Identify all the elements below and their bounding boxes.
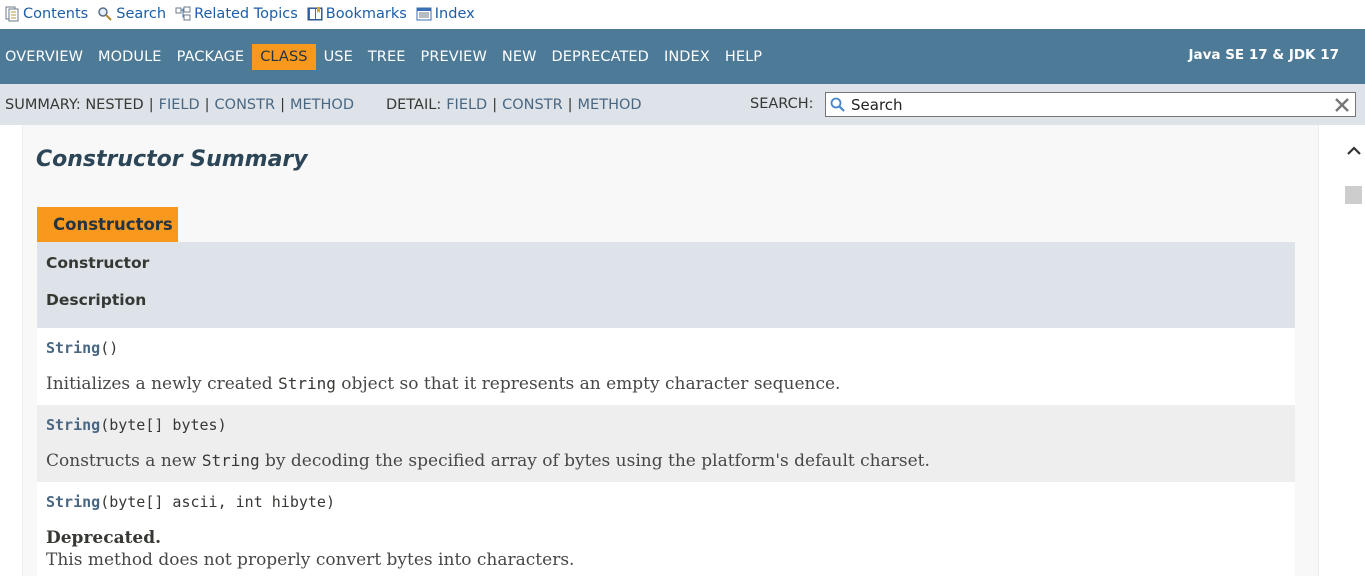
description-code: String xyxy=(201,451,260,470)
index-label: Index xyxy=(434,6,475,22)
nav-overview[interactable]: OVERVIEW xyxy=(0,44,90,69)
main-content: Constructor Summary Constructors Constru… xyxy=(22,125,1319,576)
top-nav: OVERVIEW MODULE PACKAGE CLASS USE TREE P… xyxy=(0,29,1365,84)
detail-constr-link[interactable]: CONSTR xyxy=(502,97,563,113)
contents-icon xyxy=(5,6,19,22)
description-text: Constructs a new xyxy=(46,451,202,471)
search-label: SEARCH: xyxy=(750,96,814,112)
vertical-scrollbar[interactable] xyxy=(1343,125,1365,576)
nav-class[interactable]: CLASS xyxy=(252,43,316,70)
column-header-constructor: Constructor xyxy=(46,254,150,272)
sub-nav: SUMMARY: NESTED | FIELD | CONSTR | METHO… xyxy=(0,84,1365,125)
bookmarks-button[interactable]: Bookmarks xyxy=(307,6,407,22)
nav-new[interactable]: NEW xyxy=(495,44,544,69)
separator: | xyxy=(567,96,573,113)
nav-module[interactable]: MODULE xyxy=(91,44,169,69)
summary-constr-link[interactable]: CONSTR xyxy=(215,97,276,113)
constructor-description: Constructs a new String by decoding the … xyxy=(46,450,1286,472)
search-input[interactable] xyxy=(851,95,1333,114)
constructor-signature: String() xyxy=(46,336,1286,360)
search-tab-button[interactable]: Search xyxy=(97,6,166,22)
summary-label: SUMMARY: NESTED xyxy=(5,96,144,113)
nav-package[interactable]: PACKAGE xyxy=(170,44,252,69)
table-header: Constructor Description xyxy=(37,242,1295,328)
separator: | xyxy=(204,96,210,113)
nav-preview[interactable]: PREVIEW xyxy=(414,44,494,69)
separator: | xyxy=(492,96,498,113)
constructor-signature: String(byte[] bytes) xyxy=(46,413,1286,437)
bookmarks-label: Bookmarks xyxy=(325,6,407,22)
column-header-description: Description xyxy=(46,291,147,309)
description-text: object so that it represents an empty ch… xyxy=(335,374,841,394)
nav-index[interactable]: INDEX xyxy=(657,44,717,69)
related-topics-button[interactable]: Related Topics xyxy=(175,6,298,22)
magnifier-icon xyxy=(830,97,845,112)
constructor-signature: String(byte[] ascii, int hibyte) xyxy=(46,490,1286,514)
constructor-description: Initializes a newly created String objec… xyxy=(46,373,1286,395)
deprecated-label: Deprecated. xyxy=(46,528,162,548)
description-text: Initializes a newly created xyxy=(46,374,279,394)
table-row: String(byte[] ascii, int hibyte) Depreca… xyxy=(37,482,1295,576)
constructor-params: (byte[] bytes) xyxy=(100,416,227,434)
scrollbar-thumb[interactable] xyxy=(1345,186,1362,204)
separator: | xyxy=(280,96,285,113)
nav-help[interactable]: HELP xyxy=(718,44,769,69)
nav-tree[interactable]: TREE xyxy=(361,44,413,69)
constructor-link[interactable]: String xyxy=(46,416,100,434)
table-row: String() Initializes a newly created Str… xyxy=(37,328,1295,405)
description-text: by decoding the specified array of bytes… xyxy=(259,451,930,471)
help-toolbar: Contents Search Related Topics Bookmarks xyxy=(0,0,1365,28)
related-topics-label: Related Topics xyxy=(194,6,298,22)
index-button[interactable]: Index xyxy=(416,6,475,22)
search-box[interactable] xyxy=(825,92,1356,117)
constructor-params: () xyxy=(100,339,119,357)
product-title: Java SE 17 & JDK 17 xyxy=(1188,47,1339,63)
separator: | xyxy=(148,96,154,113)
close-icon[interactable] xyxy=(1333,96,1351,114)
related-topics-icon xyxy=(175,6,191,21)
constructor-link[interactable]: String xyxy=(46,493,100,511)
bookmarks-icon xyxy=(307,7,323,21)
detail-method-link[interactable]: METHOD xyxy=(578,97,642,113)
search-icon xyxy=(98,7,112,21)
contents-label: Contents xyxy=(23,6,89,22)
detail-field-link[interactable]: FIELD xyxy=(446,97,487,113)
chevron-up-icon[interactable] xyxy=(1346,143,1362,157)
nav-deprecated[interactable]: DEPRECATED xyxy=(545,44,656,69)
summary-method-link[interactable]: METHOD xyxy=(290,97,354,113)
summary-links: SUMMARY: NESTED | FIELD | CONSTR | METHO… xyxy=(5,97,354,113)
index-icon xyxy=(416,7,432,21)
section-title: Constructor Summary xyxy=(36,147,308,172)
detail-label: DETAIL: xyxy=(385,96,442,113)
description-code: String xyxy=(278,374,336,393)
deprecated-text: This method does not properly convert by… xyxy=(46,550,575,570)
summary-field-link[interactable]: FIELD xyxy=(159,97,200,113)
search-tab-label: Search xyxy=(116,6,167,22)
constructor-table: Constructor Description String() Initial… xyxy=(37,242,1295,576)
table-row: String(byte[] bytes) Constructs a new St… xyxy=(37,405,1295,482)
constructor-link[interactable]: String xyxy=(46,339,100,357)
table-caption: Constructors xyxy=(37,207,178,242)
contents-button[interactable]: Contents xyxy=(4,6,88,22)
detail-links: DETAIL: FIELD | CONSTR | METHOD xyxy=(386,97,642,113)
nav-use[interactable]: USE xyxy=(317,44,360,69)
constructor-params: (byte[] ascii, int hibyte) xyxy=(100,493,335,511)
